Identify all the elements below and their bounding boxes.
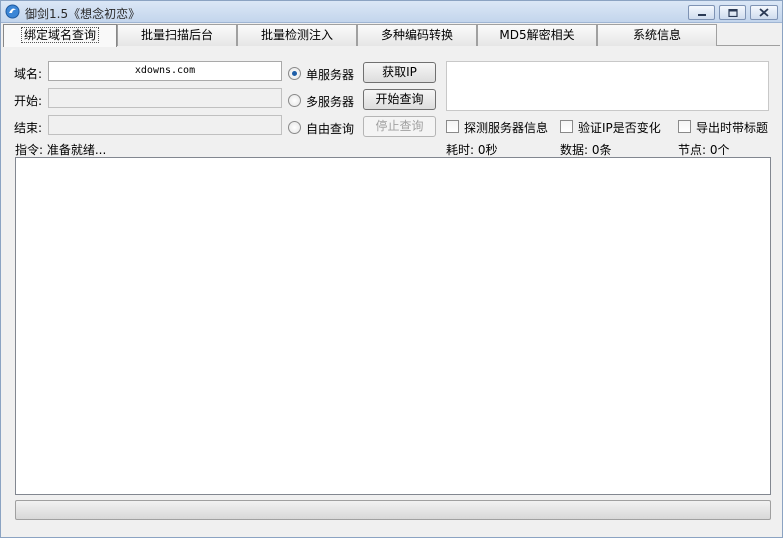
- close-button[interactable]: [750, 5, 778, 20]
- domain-label: 域名:: [14, 67, 43, 81]
- command-status: 指令: 准备就绪...: [15, 143, 107, 157]
- start-query-button[interactable]: 开始查询: [363, 89, 436, 110]
- multi-server-label[interactable]: 多服务器: [306, 93, 354, 110]
- minimize-button[interactable]: [688, 5, 715, 20]
- tab-encoding[interactable]: 多种编码转换: [357, 24, 477, 46]
- export-title-checkbox[interactable]: [678, 120, 691, 133]
- end-label: 结束:: [14, 121, 43, 135]
- results-list[interactable]: [15, 157, 771, 495]
- data-count-status: 数据: 0条: [560, 143, 612, 157]
- tab-label: 批量扫描后台: [140, 28, 213, 42]
- single-server-label[interactable]: 单服务器: [306, 66, 354, 83]
- free-query-radio[interactable]: [288, 121, 301, 134]
- verify-ip-label[interactable]: 验证IP是否变化: [578, 119, 661, 136]
- tab-label: 批量检测注入: [260, 28, 333, 42]
- domain-input[interactable]: xdowns.com: [48, 61, 282, 81]
- tab-md5[interactable]: MD5解密相关: [477, 24, 597, 46]
- end-input[interactable]: [48, 115, 282, 135]
- tab-domain-query[interactable]: 绑定域名查询: [3, 24, 117, 47]
- app-logo-icon: [5, 4, 20, 19]
- minimize-icon: [697, 13, 706, 16]
- tab-label: 系统信息: [632, 28, 681, 42]
- free-query-label[interactable]: 自由查询: [306, 120, 354, 137]
- probe-server-label[interactable]: 探测服务器信息: [464, 119, 548, 136]
- maximize-icon: [727, 8, 738, 17]
- start-label: 开始:: [14, 94, 43, 108]
- app-window: 御剑1.5《想念初恋》 绑定域名查询 批量扫描后台 批量检测注入 多种编码转换 …: [0, 0, 783, 538]
- probe-server-checkbox[interactable]: [446, 120, 459, 133]
- elapsed-status: 耗时: 0秒: [446, 143, 498, 157]
- maximize-button[interactable]: [719, 5, 746, 20]
- stop-query-button[interactable]: 停止查询: [363, 116, 436, 137]
- progress-bar: [15, 500, 771, 520]
- export-title-label[interactable]: 导出时带标题: [696, 119, 768, 136]
- single-server-radio[interactable]: [288, 67, 301, 80]
- multi-server-radio[interactable]: [288, 94, 301, 107]
- start-input[interactable]: [48, 88, 282, 108]
- tab-label: 多种编码转换: [380, 28, 453, 42]
- verify-ip-checkbox[interactable]: [560, 120, 573, 133]
- ip-result-box[interactable]: [446, 61, 769, 111]
- window-title: 御剑1.5《想念初恋》: [25, 7, 141, 21]
- tab-system-info[interactable]: 系统信息: [597, 24, 717, 46]
- tab-label: 绑定域名查询: [20, 27, 99, 43]
- close-icon: [759, 8, 769, 17]
- tab-scan-backend[interactable]: 批量扫描后台: [117, 24, 237, 46]
- node-count-status: 节点: 0个: [678, 143, 730, 157]
- tab-label: MD5解密相关: [499, 28, 575, 42]
- tab-bar: 绑定域名查询 批量扫描后台 批量检测注入 多种编码转换 MD5解密相关 系统信息: [3, 24, 780, 47]
- get-ip-button[interactable]: 获取IP: [363, 62, 436, 83]
- tab-injection-check[interactable]: 批量检测注入: [237, 24, 357, 46]
- title-bar[interactable]: 御剑1.5《想念初恋》: [1, 1, 782, 23]
